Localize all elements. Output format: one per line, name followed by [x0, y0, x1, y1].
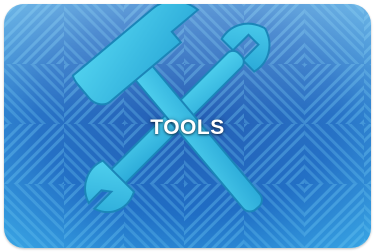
tile-label: TOOLS — [150, 116, 225, 139]
tools-tile[interactable]: TOOLS — [4, 4, 371, 248]
